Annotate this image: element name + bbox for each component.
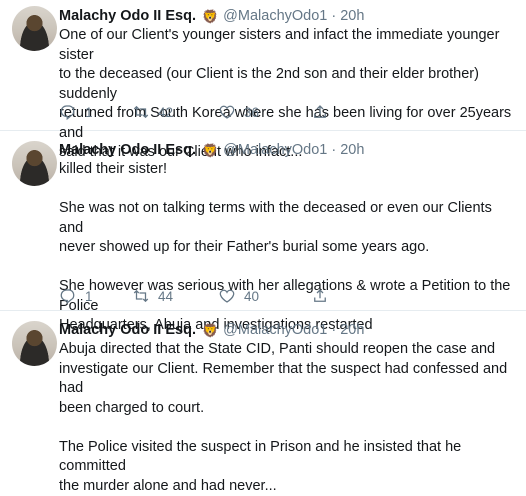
retweet-count: 44	[158, 288, 174, 304]
author-handle[interactable]: @MalachyOdo1	[223, 142, 327, 158]
retweet-icon	[133, 105, 149, 119]
tweet-header: Malachy Odo II Esq. 🦁 @MalachyOdo1 · 20h	[59, 7, 516, 25]
lion-emoji-badge: 🦁	[201, 8, 219, 24]
reply-icon	[60, 289, 75, 305]
tweet[interactable]: Malachy Odo II Esq. 🦁 @MalachyOdo1 · 20h…	[0, 311, 526, 494]
timestamp[interactable]: 20h	[340, 322, 364, 338]
share-icon	[314, 289, 326, 302]
tweet-header: Malachy Odo II Esq. 🦁 @MalachyOdo1 · 20h	[59, 321, 516, 339]
share-button[interactable]	[311, 287, 329, 305]
tweet-actions: 1 42 36	[59, 103, 359, 123]
separator-dot: ·	[331, 322, 337, 338]
reply-icon	[60, 105, 75, 121]
reply-count: 1	[85, 288, 93, 304]
timestamp[interactable]: 20h	[340, 8, 364, 24]
tweet[interactable]: Malachy Odo II Esq. 🦁 @MalachyOdo1 · 20h…	[0, 131, 526, 333]
retweet-icon	[133, 289, 149, 303]
separator-dot: ·	[331, 142, 337, 158]
tweet-actions: 1 44 40	[59, 287, 359, 307]
reply-count: 1	[85, 104, 93, 120]
like-icon	[219, 289, 235, 303]
tweet-header: Malachy Odo II Esq. 🦁 @MalachyOdo1 · 20h	[59, 141, 516, 159]
avatar[interactable]	[12, 6, 57, 51]
lion-emoji-badge: 🦁	[201, 142, 219, 158]
reply-button[interactable]: 1	[59, 287, 93, 305]
tweet-text: Abuja directed that the State CID, Panti…	[59, 341, 508, 494]
share-button[interactable]	[311, 103, 329, 121]
like-button[interactable]: 36	[218, 103, 259, 121]
author-handle[interactable]: @MalachyOdo1	[223, 8, 327, 24]
tweet[interactable]: Malachy Odo II Esq. 🦁 @MalachyOdo1 · 20h…	[0, 0, 526, 160]
avatar[interactable]	[12, 321, 57, 366]
like-icon	[219, 105, 235, 119]
lion-emoji-badge: 🦁	[201, 322, 219, 338]
retweet-button[interactable]: 42	[132, 103, 173, 121]
avatar[interactable]	[12, 141, 57, 186]
tweet-text: killed their sister! She was not on talk…	[59, 161, 511, 333]
like-button[interactable]: 40	[218, 287, 259, 305]
author-name[interactable]: Malachy Odo II Esq.	[59, 322, 196, 338]
author-name[interactable]: Malachy Odo II Esq.	[59, 142, 196, 158]
author-name[interactable]: Malachy Odo II Esq.	[59, 8, 196, 24]
like-count: 40	[244, 288, 260, 304]
share-icon	[314, 105, 326, 118]
timestamp[interactable]: 20h	[340, 142, 364, 158]
separator-dot: ·	[331, 8, 337, 24]
retweet-button[interactable]: 44	[132, 287, 173, 305]
retweet-count: 42	[158, 104, 174, 120]
like-count: 36	[244, 104, 260, 120]
reply-button[interactable]: 1	[59, 103, 93, 121]
author-handle[interactable]: @MalachyOdo1	[223, 322, 327, 338]
